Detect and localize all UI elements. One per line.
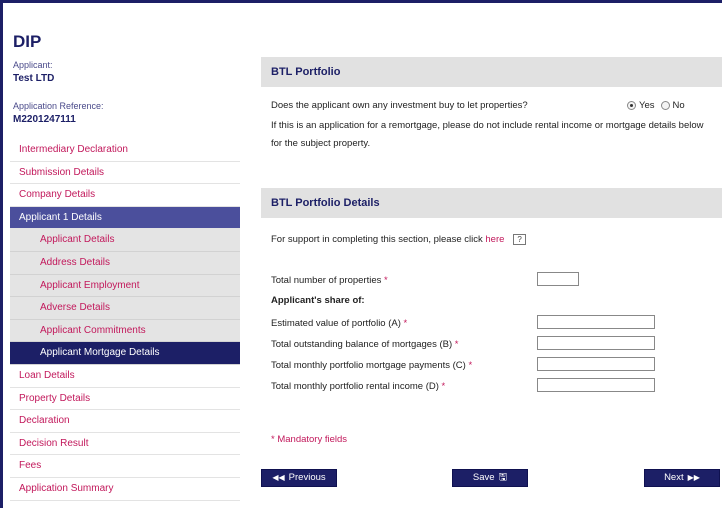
support-link[interactable]: here bbox=[485, 234, 504, 245]
previous-button[interactable]: ◀◀ Previous bbox=[261, 469, 337, 487]
applicant-value: Test LTD bbox=[13, 73, 55, 84]
monthly-payments-text: Total monthly portfolio mortgage payment… bbox=[271, 360, 466, 371]
share-heading: Applicant's share of: bbox=[271, 295, 365, 306]
investment-radio-group: Yes No bbox=[627, 100, 685, 111]
monthly-payments-input[interactable] bbox=[537, 357, 655, 371]
rewind-icon: ◀◀ bbox=[272, 473, 285, 482]
rental-income-text: Total monthly portfolio rental income (D… bbox=[271, 381, 439, 392]
yes-label: Yes bbox=[639, 100, 655, 111]
reference-label: Application Reference: bbox=[13, 101, 104, 111]
page-title: DIP bbox=[13, 32, 42, 51]
save-button[interactable]: Save 🖫 bbox=[452, 469, 528, 487]
fast-forward-icon: ▶▶ bbox=[687, 473, 700, 482]
save-label: Save bbox=[472, 472, 495, 483]
estimated-value-text: Estimated value of portfolio (A) bbox=[271, 318, 401, 329]
support-text-row: For support in completing this section, … bbox=[271, 234, 527, 246]
sidebar-subitem-applicant-commitments[interactable]: Applicant Commitments bbox=[10, 319, 240, 343]
estimated-value-input[interactable] bbox=[537, 315, 655, 329]
no-radio[interactable] bbox=[660, 101, 670, 110]
required-mark: * bbox=[441, 381, 446, 392]
outstanding-balance-input[interactable] bbox=[537, 336, 655, 350]
required-mark: * bbox=[384, 275, 388, 286]
support-text: For support in completing this section, … bbox=[271, 234, 483, 246]
total-properties-label: Total number of properties * bbox=[271, 275, 388, 286]
sidebar-item-decision-result[interactable]: Decision Result bbox=[10, 432, 240, 456]
sidebar-item-declaration[interactable]: Declaration bbox=[10, 410, 240, 433]
mandatory-fields-note: * Mandatory fields bbox=[271, 434, 348, 445]
sidebar-subitem-address-details[interactable]: Address Details bbox=[10, 251, 240, 275]
floppy-disk-icon: 🖫 bbox=[498, 472, 508, 483]
sidebar-subitem-adverse-details[interactable]: Adverse Details bbox=[10, 297, 240, 320]
sidebar-item-applicant-1-details[interactable]: Applicant 1 Details bbox=[10, 206, 240, 230]
monthly-payments-label: Total monthly portfolio mortgage payment… bbox=[271, 360, 472, 371]
sidebar-subitem-applicant-employment[interactable]: Applicant Employment bbox=[10, 274, 240, 298]
sidebar-nav: Intermediary Declaration Submission Deta… bbox=[10, 139, 240, 501]
rental-income-label: Total monthly portfolio rental income (D… bbox=[271, 381, 445, 392]
total-properties-text: Total number of properties bbox=[271, 275, 382, 286]
applicant-label: Applicant: bbox=[13, 60, 53, 70]
sidebar-item-fees[interactable]: Fees bbox=[10, 455, 240, 478]
sidebar-subitem-applicant-mortgage-details[interactable]: Applicant Mortgage Details bbox=[10, 342, 240, 365]
previous-label: Previous bbox=[288, 472, 326, 483]
help-icon[interactable]: ? bbox=[513, 234, 527, 245]
sidebar-item-application-summary[interactable]: Application Summary bbox=[10, 477, 240, 501]
sidebar-subitem-applicant-details[interactable]: Applicant Details bbox=[10, 229, 240, 252]
required-mark: * bbox=[403, 318, 408, 329]
sidebar-item-property-details[interactable]: Property Details bbox=[10, 387, 240, 411]
total-properties-input[interactable] bbox=[537, 272, 579, 286]
sidebar-item-company-details[interactable]: Company Details bbox=[10, 184, 240, 207]
reference-value: M2201247111 bbox=[13, 114, 76, 125]
sidebar-item-loan-details[interactable]: Loan Details bbox=[10, 364, 240, 388]
remortgage-note-line2: for the subject property. bbox=[271, 138, 371, 149]
btl-portfolio-heading: BTL Portfolio bbox=[261, 57, 722, 87]
required-mark: * bbox=[468, 360, 473, 371]
rental-income-input[interactable] bbox=[537, 378, 655, 392]
sidebar-item-intermediary-declaration[interactable]: Intermediary Declaration bbox=[10, 139, 240, 162]
no-label: No bbox=[672, 100, 685, 111]
next-button[interactable]: Next ▶▶ bbox=[644, 469, 720, 487]
outstanding-balance-text: Total outstanding balance of mortgages (… bbox=[271, 339, 453, 350]
sidebar: DIP Applicant: Test LTD Application Refe… bbox=[3, 3, 240, 508]
btl-portfolio-details-heading: BTL Portfolio Details bbox=[261, 188, 722, 218]
yes-radio[interactable] bbox=[627, 101, 636, 110]
next-label: Next bbox=[664, 472, 684, 483]
outstanding-balance-label: Total outstanding balance of mortgages (… bbox=[271, 339, 458, 350]
sidebar-item-submission-details[interactable]: Submission Details bbox=[10, 161, 240, 185]
required-mark: * bbox=[454, 339, 459, 350]
investment-question: Does the applicant own any investment bu… bbox=[271, 100, 528, 111]
estimated-value-label: Estimated value of portfolio (A) * bbox=[271, 318, 407, 329]
remortgage-note-line1: If this is an application for a remortga… bbox=[271, 120, 704, 131]
